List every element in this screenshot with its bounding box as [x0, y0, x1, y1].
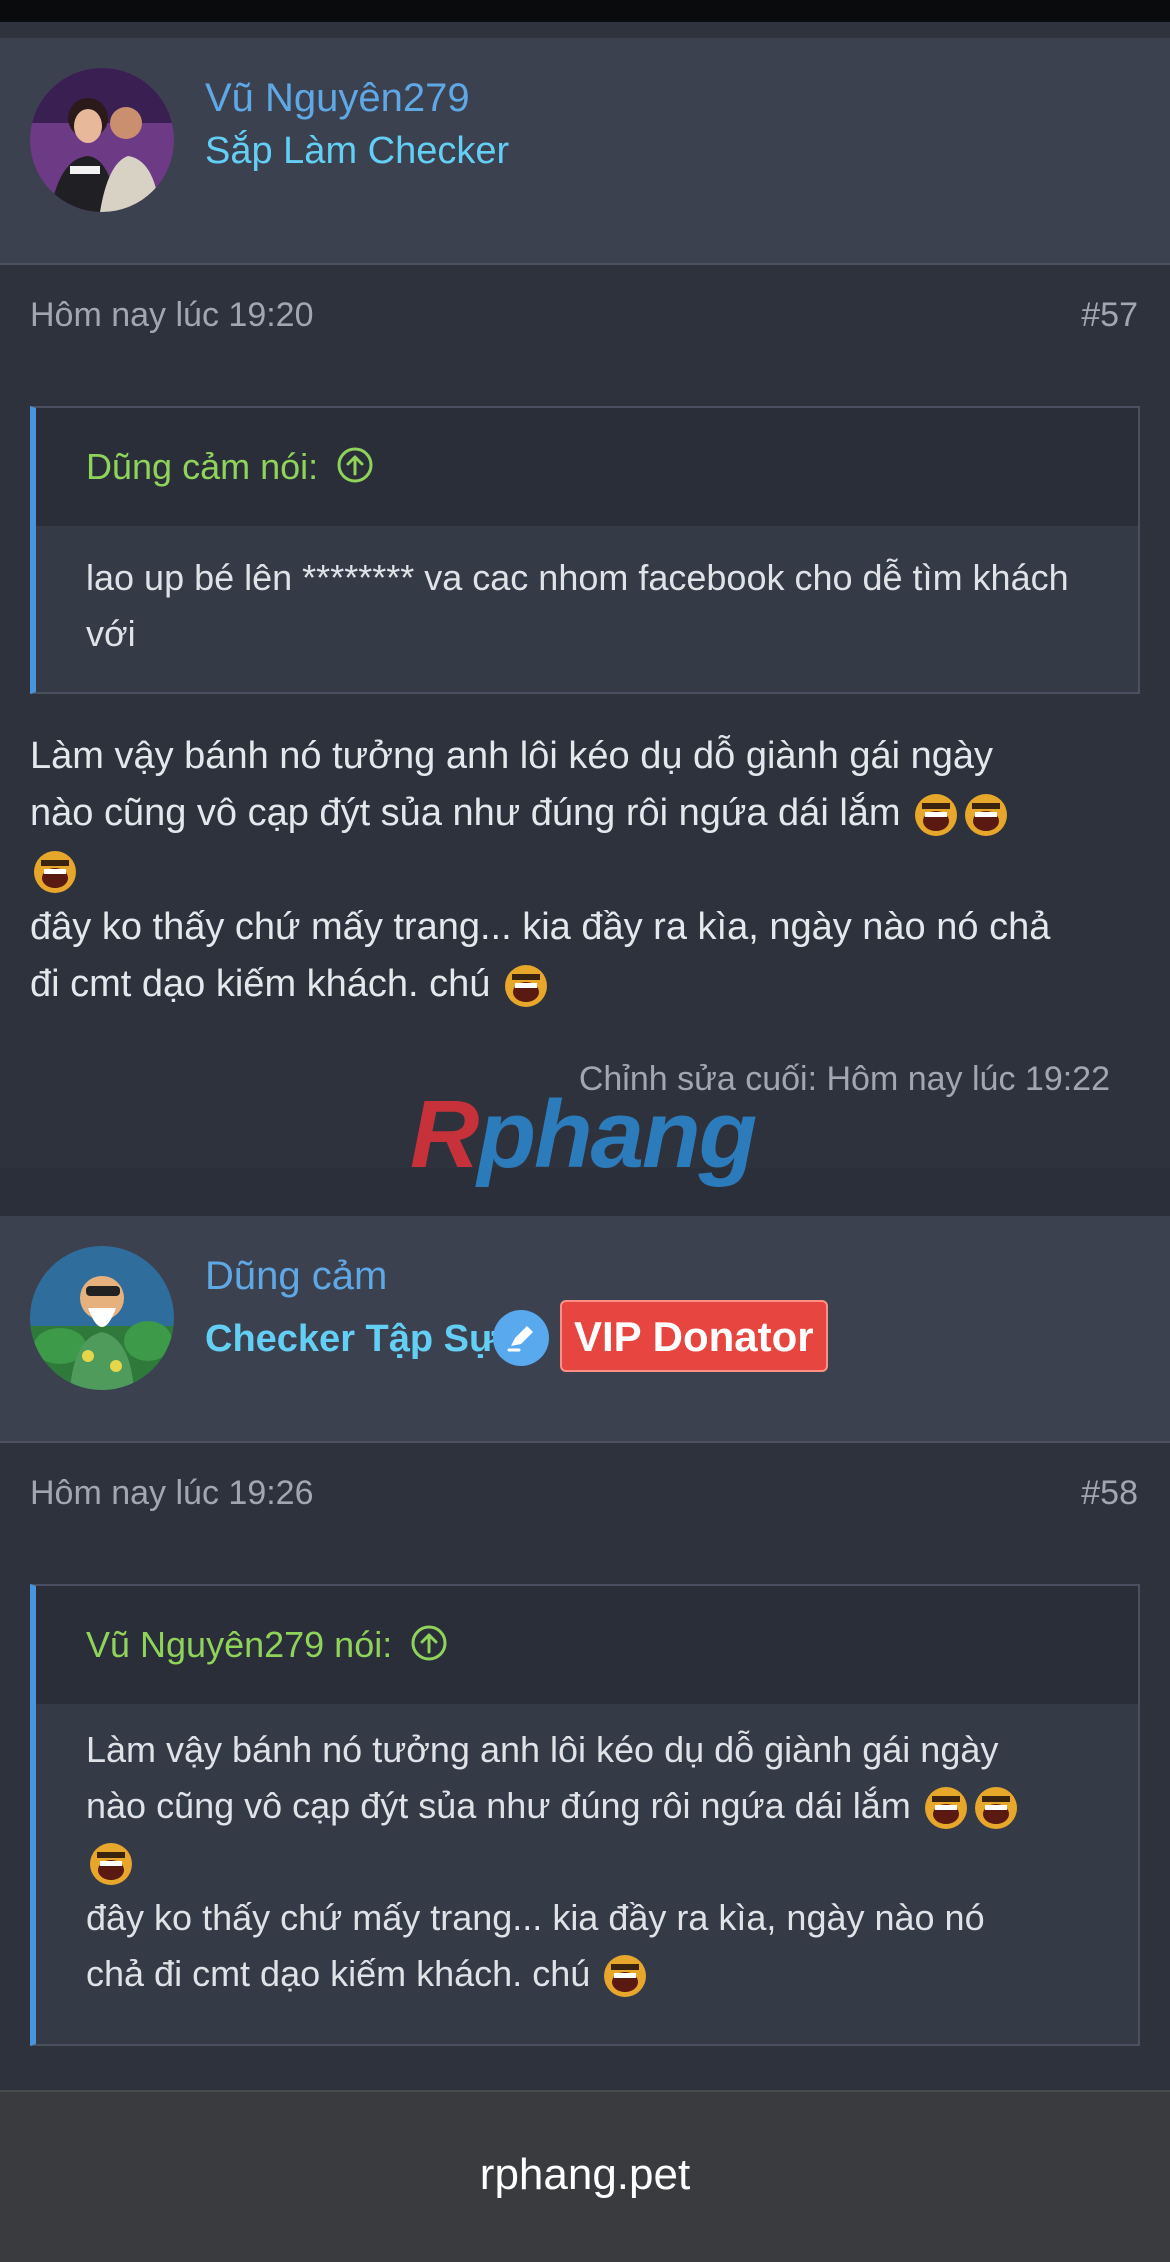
quote-author-link[interactable]: Dũng cảm nói: — [86, 446, 374, 493]
post-number[interactable]: #57 — [1081, 296, 1138, 335]
post-username[interactable]: Dũng cảm — [205, 1254, 387, 1299]
post-author-header: Dũng cảm Checker Tập Sự VIP Donator — [0, 1216, 1170, 1443]
top-spacer — [0, 22, 1170, 38]
quote-line: chả đi cmt dạo kiếm khách. chú — [86, 1953, 591, 1994]
post-body-line: Làm vậy bánh nó tưởng anh lôi kéo dụ dỗ … — [30, 735, 994, 777]
vip-donator-badge: VIP Donator — [560, 1300, 828, 1372]
laughing-emoji-icon — [973, 1785, 1019, 1831]
post-body-line: đi cmt dạo kiếm khách. chú — [30, 963, 491, 1005]
quote-header: Vũ Nguyên279 nói: — [36, 1586, 1138, 1704]
laughing-emoji-icon — [913, 792, 959, 838]
post-author-header: Vũ Nguyên279 Sắp Làm Checker — [0, 38, 1170, 265]
avatar[interactable] — [30, 68, 174, 212]
browser-address-bar[interactable]: rphang.pet — [0, 2090, 1170, 2262]
user-title: Checker Tập Sự — [205, 1318, 497, 1360]
arrow-up-circle-icon[interactable] — [336, 446, 374, 493]
laughing-emoji-icon — [602, 1953, 648, 1999]
post-username[interactable]: Vũ Nguyên279 — [205, 76, 470, 121]
post-body: Làm vậy bánh nó tưởng anh lôi kéo dụ dỗ … — [30, 728, 1145, 1013]
status-bar — [0, 0, 1170, 22]
quote-line: Làm vậy bánh nó tưởng anh lôi kéo dụ dỗ … — [86, 1729, 999, 1770]
laughing-emoji-icon — [963, 792, 1009, 838]
post-58: Dũng cảm Checker Tập Sự VIP Donator Hôm … — [0, 1216, 1170, 2096]
laughing-emoji-icon — [923, 1785, 969, 1831]
laughing-emoji-icon — [88, 1841, 134, 1887]
laughing-emoji-icon — [32, 849, 78, 895]
quote-text: lao up bé lên ******** va cac nhom faceb… — [86, 557, 1069, 654]
quote-block: Vũ Nguyên279 nói: Làm vậy bánh nó tưởng … — [30, 1584, 1140, 2046]
user-title: Sắp Làm Checker — [205, 130, 510, 172]
post-body-line: đây ko thấy chứ mấy trang... kia đầy ra … — [30, 906, 1051, 948]
rphang-watermark-logo: Rphang — [410, 1081, 757, 1188]
arrow-up-circle-icon[interactable] — [410, 1624, 448, 1671]
avatar[interactable] — [30, 1246, 174, 1390]
quote-line: nào cũng vô cạp đýt sủa như đúng rôi ngứ… — [86, 1785, 911, 1826]
url-text[interactable]: rphang.pet — [0, 2150, 1170, 2200]
post-number[interactable]: #58 — [1081, 1474, 1138, 1513]
quote-block: Dũng cảm nói: lao up bé lên ******** va … — [30, 406, 1140, 694]
quote-line: đây ko thấy chứ mấy trang... kia đầy ra … — [86, 1897, 985, 1938]
quote-text: Làm vậy bánh nó tưởng anh lôi kéo dụ dỗ … — [86, 1722, 1098, 2002]
post-timestamp[interactable]: Hôm nay lúc 19:20 — [30, 296, 314, 335]
post-body-line: nào cũng vô cạp đýt sủa như đúng rôi ngứ… — [30, 792, 901, 834]
laughing-emoji-icon — [503, 963, 549, 1009]
quote-header: Dũng cảm nói: — [36, 408, 1138, 526]
post-timestamp[interactable]: Hôm nay lúc 19:26 — [30, 1474, 314, 1513]
post-57: Vũ Nguyên279 Sắp Làm Checker Hôm nay lúc… — [0, 38, 1170, 1168]
quote-author-label: Dũng cảm nói: — [86, 446, 319, 488]
quote-author-link[interactable]: Vũ Nguyên279 nói: — [86, 1624, 448, 1671]
checker-verified-icon — [493, 1310, 549, 1366]
quote-author-label: Vũ Nguyên279 nói: — [86, 1624, 393, 1666]
